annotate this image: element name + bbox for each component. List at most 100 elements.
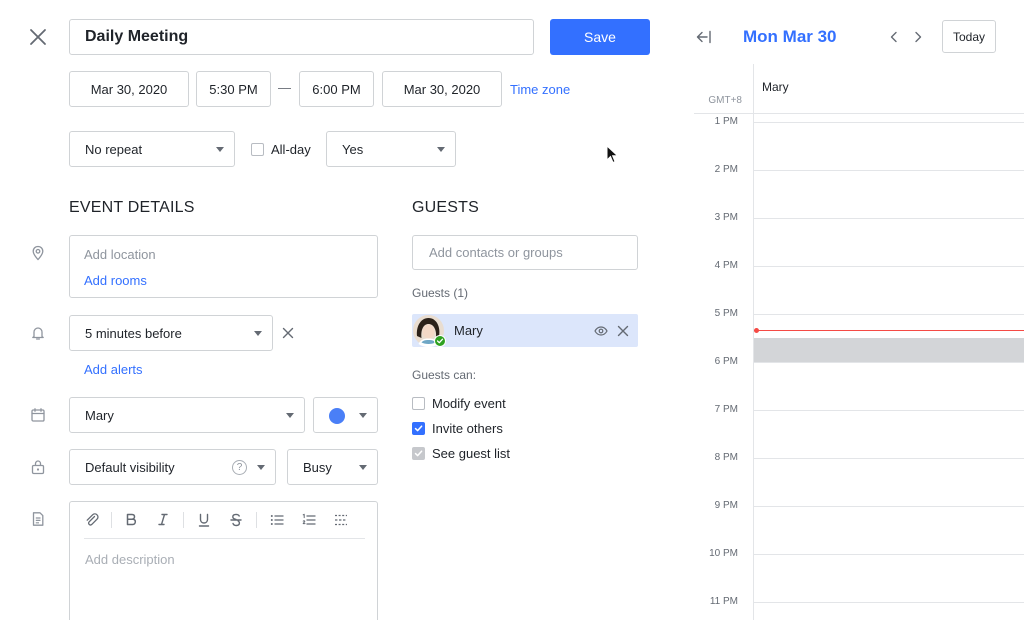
- visibility-select[interactable]: Default visibility ?: [69, 449, 276, 485]
- start-date-picker[interactable]: Mar 30, 2020: [69, 71, 189, 107]
- permission-label: Modify event: [432, 396, 506, 411]
- add-rooms-link[interactable]: Add rooms: [84, 273, 147, 288]
- visibility-select-value: Default visibility: [85, 459, 175, 475]
- collapse-panel-icon[interactable]: [694, 29, 712, 45]
- location-input[interactable]: Add location: [84, 247, 156, 262]
- avatar: [412, 314, 446, 347]
- color-swatch: [329, 408, 345, 424]
- availability-select[interactable]: Yes: [326, 131, 456, 167]
- add-guests-placeholder: Add contacts or groups: [429, 245, 563, 260]
- add-guests-input[interactable]: Add contacts or groups: [412, 235, 638, 270]
- hour-label: 4 PM: [714, 260, 738, 271]
- hour-gridline: [753, 506, 1024, 507]
- hour-label: 10 PM: [709, 548, 738, 559]
- chevron-down-icon: [437, 147, 445, 152]
- hour-label: 11 PM: [709, 596, 738, 607]
- eye-icon[interactable]: [594, 324, 608, 338]
- event-details-heading: EVENT DETAILS: [69, 199, 195, 216]
- chevron-down-icon: [257, 465, 265, 470]
- document-icon: [30, 511, 46, 527]
- strikethrough-icon[interactable]: [228, 512, 244, 528]
- event-block[interactable]: [754, 338, 1024, 362]
- start-date-text: Mar 30, 2020: [90, 81, 168, 97]
- prev-day-icon[interactable]: [887, 30, 901, 44]
- add-alerts-link[interactable]: Add alerts: [84, 362, 143, 377]
- guests-count: Guests (1): [412, 286, 469, 300]
- divider-line-icon[interactable]: [333, 512, 349, 528]
- permission-invite-others[interactable]: Invite others: [412, 421, 503, 436]
- attachment-icon[interactable]: [84, 512, 100, 528]
- checkbox-disabled-checked: [412, 447, 425, 460]
- time-separator: —: [278, 80, 291, 95]
- hour-gridline: [753, 218, 1024, 219]
- chevron-down-icon: [359, 465, 367, 470]
- location-pin-icon: [30, 245, 46, 261]
- start-time-picker[interactable]: 5:30 PM: [196, 71, 271, 107]
- hour-label: 8 PM: [714, 452, 738, 463]
- guest-name: Mary: [454, 323, 483, 338]
- permission-label: See guest list: [432, 446, 511, 461]
- next-day-icon[interactable]: [911, 30, 925, 44]
- help-icon[interactable]: ?: [232, 460, 247, 475]
- bell-icon: [30, 325, 46, 341]
- description-editor[interactable]: Add description: [69, 501, 378, 620]
- chevron-down-icon: [286, 413, 294, 418]
- start-time-text: 5:30 PM: [209, 81, 258, 97]
- chevron-down-icon: [359, 413, 367, 418]
- underline-icon[interactable]: [196, 512, 212, 528]
- event-title-input[interactable]: Daily Meeting: [69, 19, 534, 55]
- busy-select[interactable]: Busy: [287, 449, 378, 485]
- hour-label: 6 PM: [714, 356, 738, 367]
- chevron-down-icon: [216, 147, 224, 152]
- bold-icon[interactable]: [123, 512, 139, 528]
- color-select[interactable]: [313, 397, 378, 433]
- hour-gridline: [753, 602, 1024, 603]
- hour-gridline: [753, 314, 1024, 315]
- calendar-icon: [30, 407, 46, 423]
- save-button[interactable]: Save: [550, 19, 650, 55]
- calendar-header-line: [694, 113, 1024, 114]
- availability-select-value: Yes: [342, 141, 364, 157]
- permission-modify-event[interactable]: Modify event: [412, 396, 506, 411]
- timezone-label: GMT+8: [708, 95, 742, 106]
- description-input[interactable]: Add description: [85, 552, 175, 567]
- checkbox-checked: [412, 422, 425, 435]
- hour-gridline: [753, 458, 1024, 459]
- guest-row[interactable]: Mary: [412, 314, 638, 347]
- remove-alert-icon[interactable]: [281, 326, 295, 340]
- italic-icon[interactable]: [155, 512, 171, 528]
- guests-can-label: Guests can:: [412, 368, 477, 382]
- hour-label: 2 PM: [714, 164, 738, 175]
- calendar-owner-value: Mary: [85, 407, 114, 423]
- lock-icon: [30, 459, 46, 475]
- timezone-link[interactable]: Time zone: [510, 82, 570, 97]
- alert-select-value: 5 minutes before: [85, 325, 182, 341]
- today-button-label: Today: [952, 29, 986, 44]
- end-date-text: Mar 30, 2020: [403, 81, 481, 97]
- hour-label: 9 PM: [714, 500, 738, 511]
- chevron-down-icon: [254, 331, 262, 336]
- today-button[interactable]: Today: [942, 20, 996, 53]
- close-icon[interactable]: [28, 27, 48, 47]
- remove-guest-icon[interactable]: [616, 324, 630, 338]
- numbered-list-icon[interactable]: [301, 512, 317, 528]
- permission-see-guest-list: See guest list: [412, 446, 510, 461]
- editor-toolbar-divider: [84, 538, 365, 539]
- calendar-owner-select[interactable]: Mary: [69, 397, 305, 433]
- alert-select[interactable]: 5 minutes before: [69, 315, 273, 351]
- hour-label: 3 PM: [714, 212, 738, 223]
- bullet-list-icon[interactable]: [269, 512, 285, 528]
- hour-gridline: [753, 362, 1024, 363]
- hour-label: 1 PM: [714, 116, 738, 127]
- repeat-select-value: No repeat: [85, 141, 143, 157]
- hour-gridline: [753, 554, 1024, 555]
- repeat-select[interactable]: No repeat: [69, 131, 235, 167]
- current-time-line: [754, 330, 1024, 331]
- end-time-picker[interactable]: 6:00 PM: [299, 71, 374, 107]
- mouse-cursor-icon: [606, 144, 620, 165]
- end-date-picker[interactable]: Mar 30, 2020: [382, 71, 502, 107]
- end-time-text: 6:00 PM: [312, 81, 361, 97]
- location-box[interactable]: Add location Add rooms: [69, 235, 378, 298]
- allday-checkbox[interactable]: All-day: [251, 142, 311, 157]
- allday-label: All-day: [271, 142, 311, 157]
